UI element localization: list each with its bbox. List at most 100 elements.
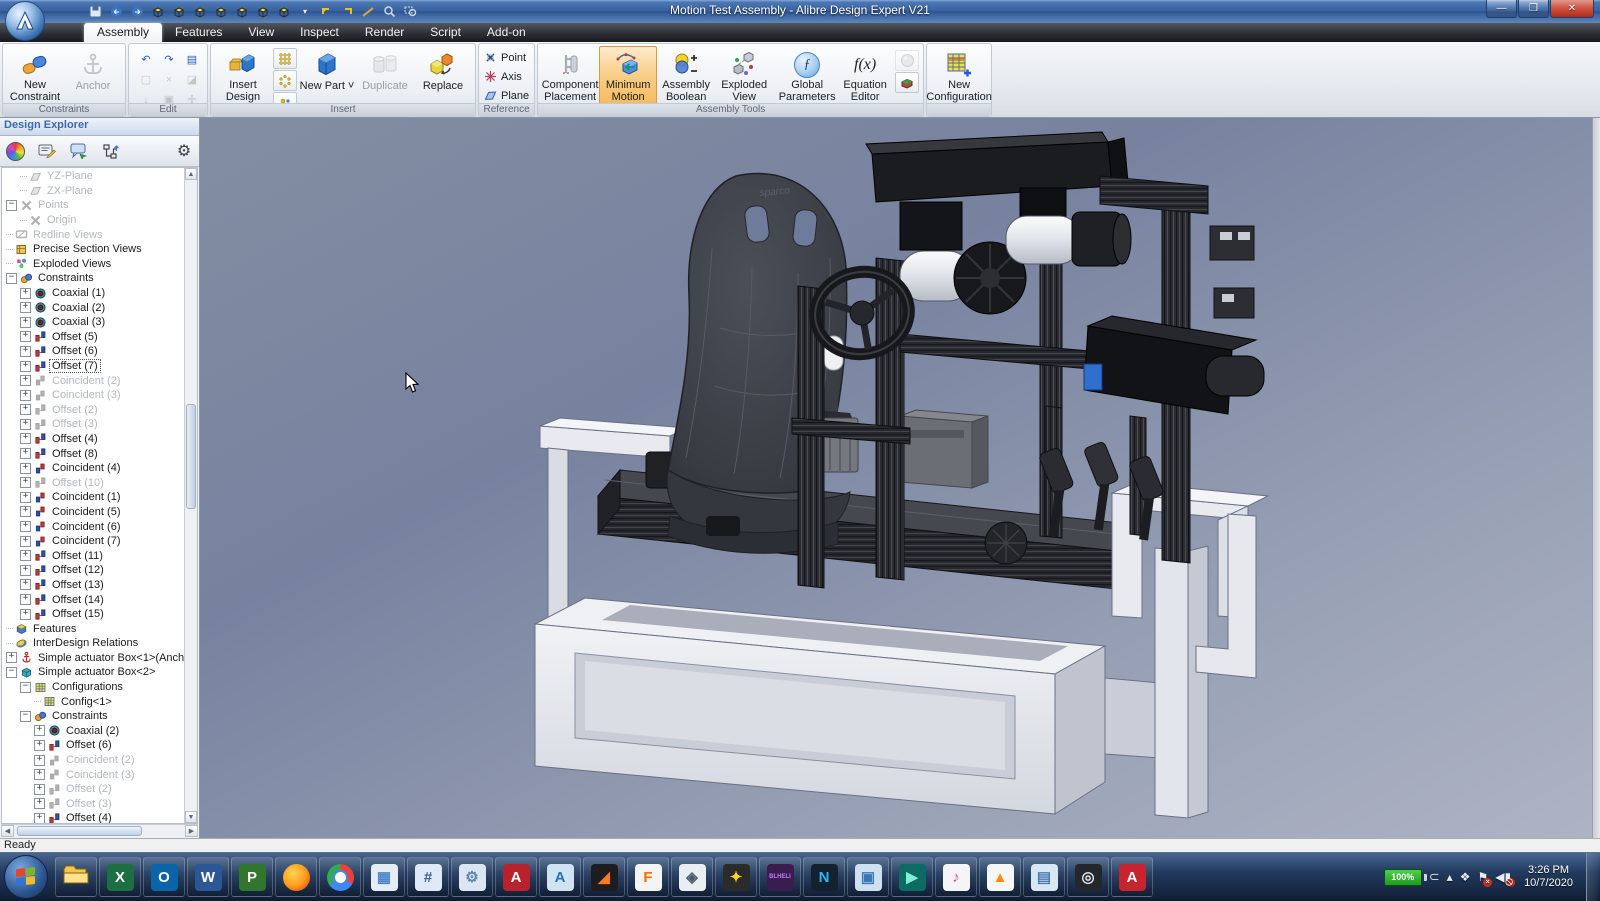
exploded-view-button[interactable]: Exploded View [715,46,773,104]
tree-item-points[interactable]: −Points [2,198,185,213]
tree-item-coincident-3[interactable]: +Coincident (3) [2,388,185,403]
tree-expander[interactable]: + [20,506,31,517]
tree-expander[interactable]: + [20,579,31,590]
view-cube-2-button[interactable] [170,3,188,20]
tree-item-coincident-1[interactable]: +Coincident (1) [2,490,185,505]
tree-expander[interactable]: + [20,594,31,605]
tree-expander[interactable]: + [20,317,31,328]
tree-item-offset-2[interactable]: +Offset (2) [2,782,185,797]
model-side-console[interactable] [900,410,988,488]
tab-features[interactable]: Features [162,23,235,42]
file-explorer-taskbar-button[interactable] [55,857,97,897]
insert-design-button[interactable]: Insert Design [214,46,272,104]
tree-expander[interactable]: + [20,565,31,576]
tree-item-offset-15[interactable]: +Offset (15) [2,607,185,622]
tab-inspect[interactable]: Inspect [287,23,352,42]
tree-expander[interactable]: + [20,521,31,532]
sync-app-icon[interactable]: ❖ [1460,870,1471,884]
settings-gear-taskbar-button[interactable]: ⚙ [451,857,493,897]
linear-pattern-button[interactable] [273,48,297,69]
rollforward-button[interactable] [338,3,356,20]
tree-expander[interactable]: − [6,200,17,211]
redo-button[interactable] [128,3,146,20]
zoom-window-button[interactable] [401,3,419,20]
tree-item-coaxial-3[interactable]: +Coaxial (3) [2,315,185,330]
tree-item-offset-14[interactable]: +Offset (14) [2,592,185,607]
tree-expander[interactable]: + [20,609,31,620]
tree-item-offset-6[interactable]: +Offset (6) [2,344,185,359]
vsdc-taskbar-button[interactable]: ▶ [891,857,933,897]
obs-taskbar-button[interactable]: ◎ [1067,857,1109,897]
measure-button[interactable] [359,3,377,20]
display-settings-taskbar-button[interactable]: ▤ [1023,857,1065,897]
h-scrollbar-thumb[interactable] [17,826,142,836]
tree-item-offset-7[interactable]: +Offset (7) [2,359,185,374]
word-taskbar-button[interactable]: W [187,857,229,897]
view-cube-5-button[interactable] [233,3,251,20]
suppress-icon[interactable]: ◪ [180,69,204,90]
volume-muted-icon[interactable]: ◀▮⃠ [1495,870,1511,884]
fusion-360-taskbar-button[interactable]: F [627,857,669,897]
tree-expander[interactable]: − [20,711,31,722]
tree-item-offset-3[interactable]: +Offset (3) [2,417,185,432]
show-desktop-button[interactable] [1586,853,1598,901]
tree-expander[interactable]: + [20,419,31,430]
assembly-boolean-button[interactable]: Assembly Boolean [657,46,715,104]
affinity-taskbar-button[interactable]: ◢ [583,857,625,897]
tree-expander[interactable]: + [20,288,31,299]
plane-button[interactable]: Plane [484,87,529,104]
tree-item-offset-12[interactable]: +Offset (12) [2,563,185,578]
scroll-up-arrow[interactable]: ▲ [185,168,197,180]
explorer-settings-button[interactable]: ⚙ [173,140,195,162]
tree-item-coincident-2[interactable]: +Coincident (2) [2,373,185,388]
tree-expander[interactable]: + [20,448,31,459]
undo-icon[interactable]: ↶ [134,49,158,70]
tree-item-offset-6[interactable]: +Offset (6) [2,738,185,753]
tree-expander[interactable]: + [20,550,31,561]
view-cube-7-button[interactable] [275,3,293,20]
close-button[interactable]: ✕ [1550,0,1594,18]
action-center-flag-icon[interactable]: ⚑× [1477,870,1488,884]
tree-item-offset-4[interactable]: +Offset (4) [2,811,185,823]
view-cube-1-button[interactable] [149,3,167,20]
view-cube-4-button[interactable] [212,3,230,20]
firefox-taskbar-button[interactable] [275,857,317,897]
tree-item-origin[interactable]: Origin [2,213,185,228]
tree-expander[interactable]: + [34,784,45,795]
tree-item-offset-2[interactable]: +Offset (2) [2,403,185,418]
tree-expander[interactable]: + [34,755,45,766]
minimum-motion-button[interactable]: Minimum Motion [599,46,657,104]
axis-button[interactable]: Axis [484,68,529,85]
duplicate-button[interactable]: Duplicate [356,46,414,104]
scrollbar-thumb[interactable] [186,404,196,509]
restore-button[interactable]: ❐ [1518,0,1549,18]
tree-horizontal-scrollbar[interactable]: ◀ ▶ [1,824,198,838]
tree-item-coincident-6[interactable]: +Coincident (6) [2,519,185,534]
vlc-taskbar-button[interactable]: ▲ [979,857,1021,897]
tree-item-offset-5[interactable]: +Offset (5) [2,330,185,345]
tab-add-on[interactable]: Add-on [474,23,539,42]
undo-button[interactable] [107,3,125,20]
3d-viewport[interactable]: sparco [200,118,1600,838]
tree-expander[interactable]: + [34,813,45,823]
rollback-button[interactable] [317,3,335,20]
tree-expander[interactable]: + [20,477,31,488]
outlook-taskbar-button[interactable]: O [143,857,185,897]
tree-expander[interactable]: + [20,375,31,386]
tree-expander[interactable]: + [34,798,45,809]
view-cube-6-button[interactable] [254,3,272,20]
global-parameters-button[interactable]: ƒ Global Parameters [778,46,836,104]
tree-item-coaxial-2[interactable]: +Coaxial (2) [2,724,185,739]
edit-properties-icon[interactable]: ▤ [180,49,204,70]
tree-expander[interactable]: + [20,463,31,474]
tree-item-coincident-5[interactable]: +Coincident (5) [2,505,185,520]
tree-item-precise-section-views[interactable]: Precise Section Views [2,242,185,257]
3d-viewport-canvas[interactable]: sparco [200,118,1600,838]
tree-item-coincident-7[interactable]: +Coincident (7) [2,534,185,549]
tree-item-exploded-views[interactable]: Exploded Views [2,257,185,272]
new-part-button[interactable]: New Part ˅ [298,46,356,104]
photo-gallery-taskbar-button[interactable]: ▦ [363,857,405,897]
point-button[interactable]: Point [484,49,529,66]
tree-item-coaxial-1[interactable]: +Coaxial (1) [2,286,185,301]
taskbar-clock[interactable]: 3:26 PM 10/7/2020 [1518,864,1579,890]
